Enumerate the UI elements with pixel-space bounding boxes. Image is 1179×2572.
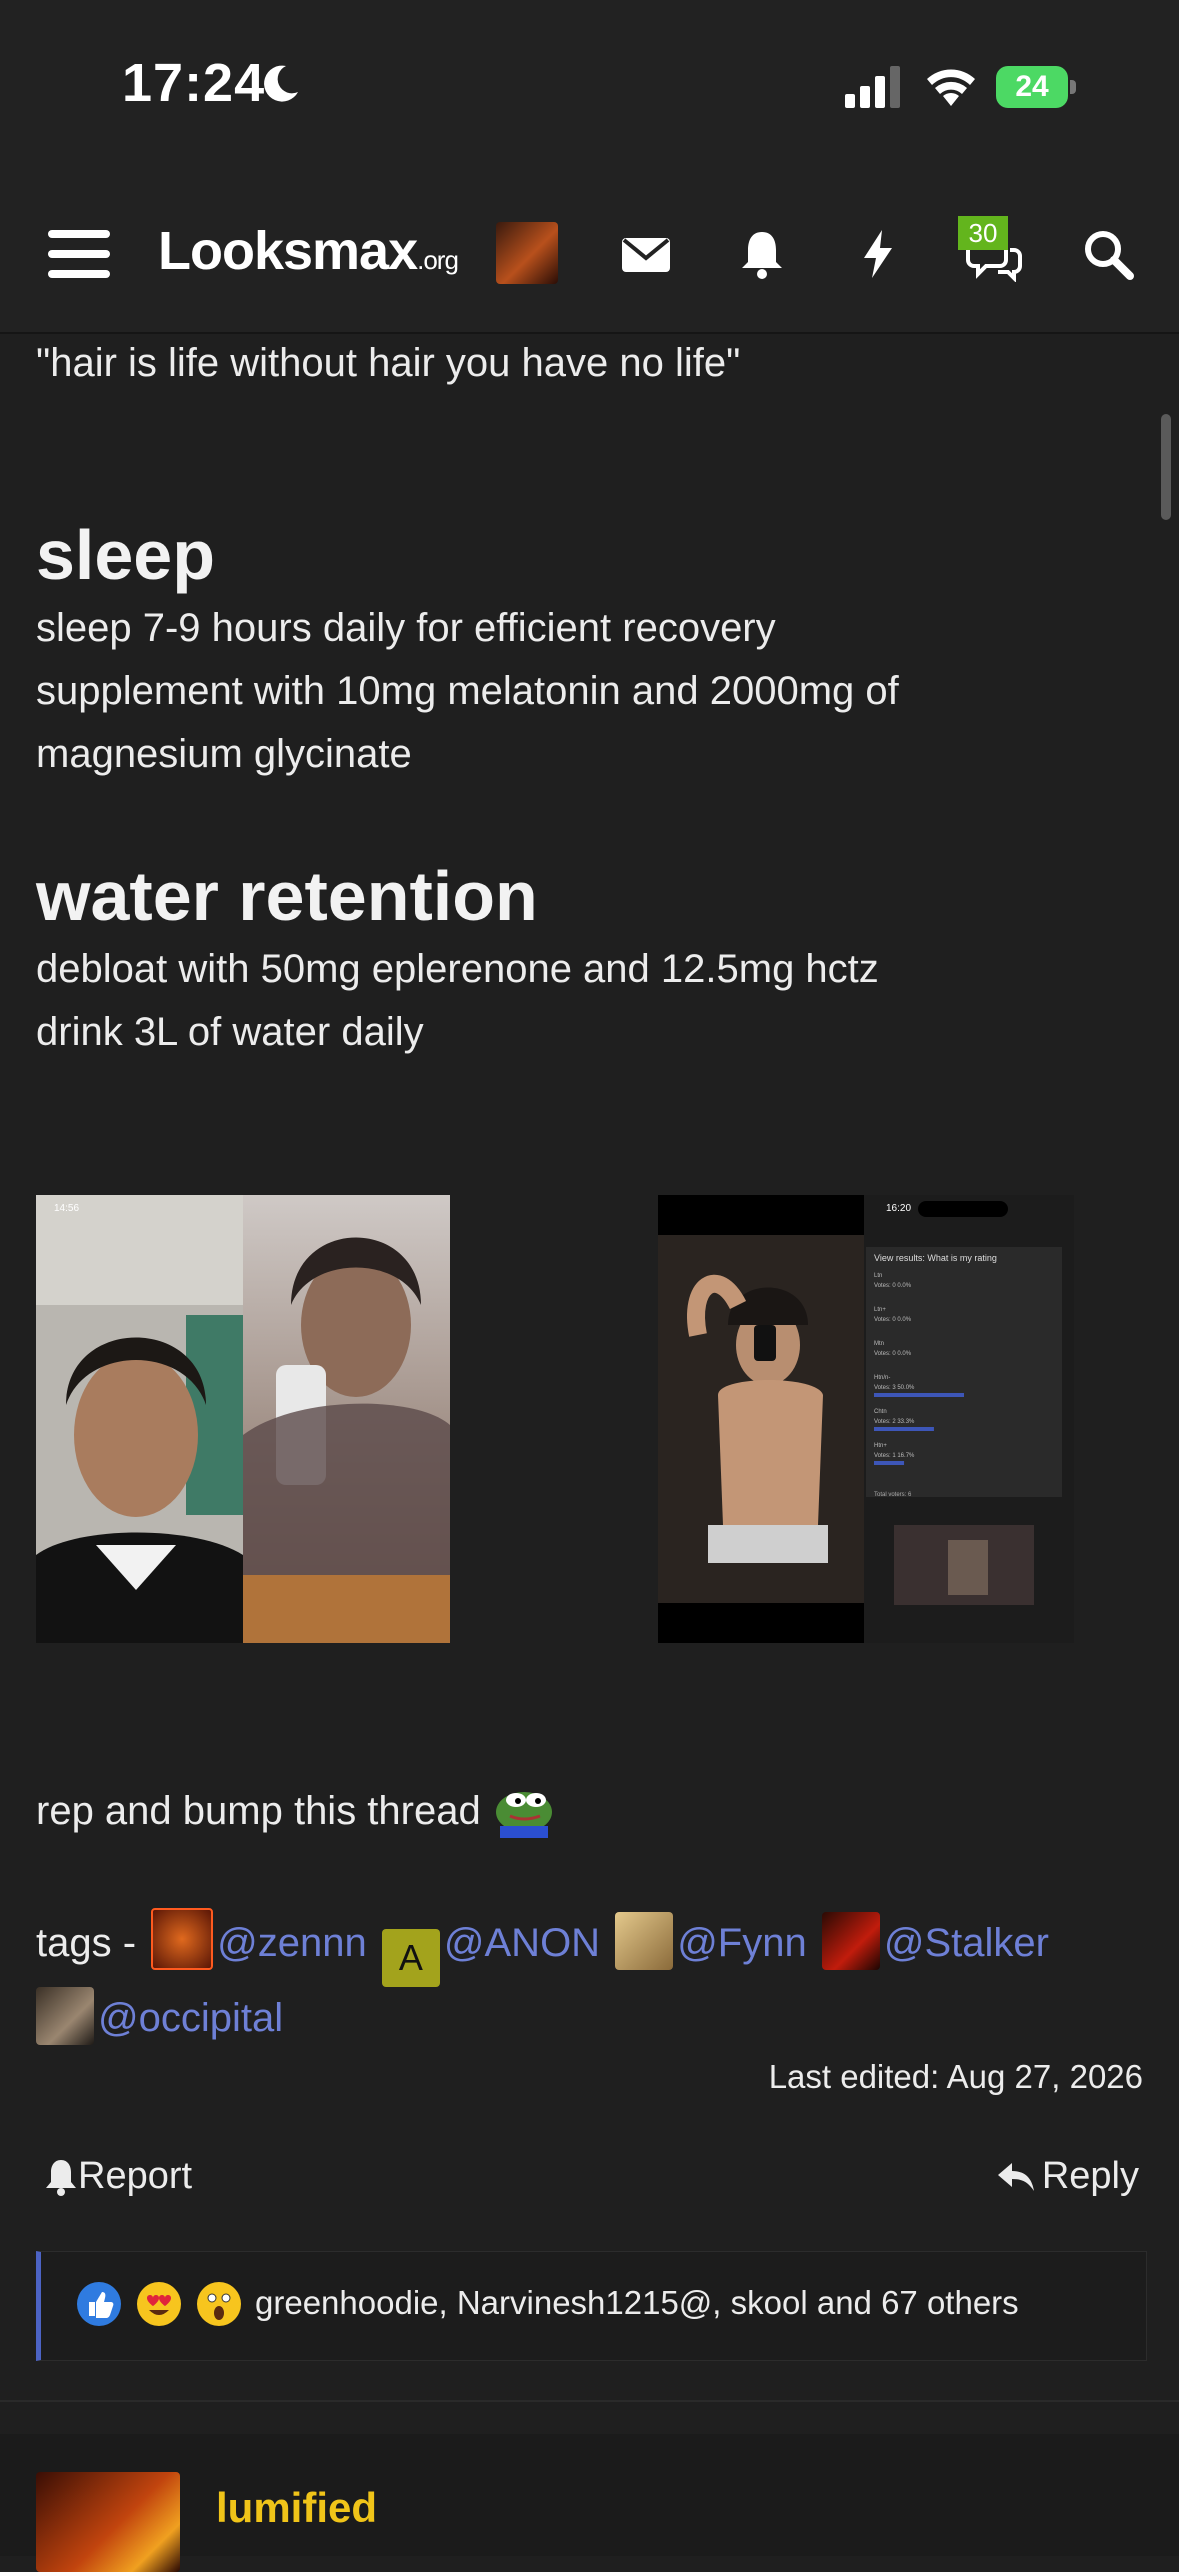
site-logo[interactable]: Looksmax.org (158, 220, 459, 282)
reactions-text: greenhoodie, Narvinesh1215@, skool and 6… (255, 2284, 1019, 2321)
avatar[interactable] (151, 1908, 214, 1970)
text-line: magnesium glycinate (36, 732, 412, 776)
poll-bar (874, 1427, 934, 1431)
tags-line: tags - @zennn A @ANON @Fynn @Stalker @occ… (36, 1908, 1146, 2050)
text-line: supplement with 10mg melatonin and 2000m… (36, 669, 899, 713)
username-link[interactable]: lumified (216, 2484, 377, 2532)
poll-option-label: Ltn+ (874, 1307, 886, 1313)
wifi-icon (927, 69, 975, 106)
mention-link[interactable]: @Fynn (677, 1921, 807, 1965)
text-line: debloat with 50mg eplerenone and 12.5mg … (36, 947, 879, 991)
scrollbar-thumb[interactable] (1161, 414, 1171, 520)
report-button[interactable]: Report (44, 2155, 192, 2198)
moon-icon (264, 65, 298, 102)
avatar[interactable] (615, 1912, 674, 1970)
clock: 17:24 (122, 53, 266, 113)
text-line: sleep 7-9 hours daily for efficient reco… (36, 606, 776, 650)
reply-button[interactable]: Reply (996, 2155, 1139, 2198)
pepe-emoji-icon (495, 1792, 552, 1838)
menu-icon[interactable] (48, 230, 110, 278)
poll-bar (874, 1393, 964, 1397)
mention-link[interactable]: @occipital (98, 1996, 283, 2040)
reply-label: Reply (1041, 2155, 1139, 2197)
battery-level: 24 (996, 66, 1068, 108)
like-reaction-icon (77, 2282, 121, 2326)
screenshot-time: 14:56 (54, 1203, 79, 1214)
poll-option-label: Ltn (874, 1273, 882, 1279)
quote-line: "hair is life without hair you have no l… (36, 341, 741, 385)
poll-option-votes: Votes: 3 50.0% (874, 1385, 915, 1391)
poll-option-votes: Votes: 0 0.0% (874, 1317, 912, 1323)
poll-option-votes: Votes: 0 0.0% (874, 1283, 912, 1289)
search-icon[interactable] (1080, 226, 1136, 282)
poll-option-votes: Votes: 1 16.7% (874, 1453, 915, 1459)
poll-option-label: Mtn (874, 1341, 884, 1347)
poll-total: Total voters: 6 (874, 1492, 912, 1498)
poll-option-label: Chtn (874, 1409, 887, 1415)
post-body: "hair is life without hair you have no l… (36, 332, 1143, 1064)
last-edited: Last edited: Aug 27, 2026 (768, 2058, 1143, 2095)
mention-link[interactable]: @ANON (444, 1921, 600, 1965)
next-post: lumified (0, 2434, 1179, 2572)
bell-icon[interactable] (734, 226, 790, 282)
tags-label: tags - (36, 1921, 137, 1965)
notification-badge: 30 (958, 216, 1008, 250)
screenshot-time: 16:20 (886, 1203, 911, 1214)
bump-line: rep and bump this thread (36, 1782, 556, 1838)
poll-bar (874, 1461, 905, 1465)
section-heading-water-retention: water retention (36, 857, 538, 935)
bump-text: rep and bump this thread (36, 1789, 481, 1833)
attachment-image-poll[interactable]: 16:20 View results: What is my rating Lt… (658, 1195, 1074, 1643)
text-line: drink 3L of water daily (36, 1010, 424, 1054)
wow-reaction-icon (197, 2282, 241, 2326)
battery-icon: 24 (996, 66, 1076, 108)
bell-icon (46, 2159, 76, 2196)
avatar[interactable] (36, 2472, 180, 2572)
bolt-icon[interactable] (850, 226, 906, 282)
poll-option-label: Htn+ (874, 1443, 887, 1449)
section-heading-sleep: sleep (36, 516, 215, 594)
mention-link[interactable]: @zennn (217, 1921, 367, 1965)
signal-icon (845, 66, 900, 108)
status-bar: 17:24 24 (0, 0, 1179, 170)
poll-option-votes: Votes: 2 33.3% (874, 1419, 915, 1425)
site-header: Looksmax.org 30 (0, 170, 1179, 334)
user-avatar[interactable] (496, 222, 558, 284)
poll-title: View results: What is my rating (874, 1253, 997, 1263)
report-label: Report (78, 2155, 193, 2197)
reply-icon (997, 2162, 1034, 2191)
reactions-bar[interactable]: greenhoodie, Narvinesh1215@, skool and 6… (36, 2251, 1147, 2361)
mention-link[interactable]: @Stalker (884, 1921, 1049, 1965)
avatar[interactable] (36, 1987, 94, 2045)
avatar[interactable] (821, 1912, 880, 1970)
poll-option-label: Htn/n- (874, 1375, 890, 1381)
post-divider (0, 2400, 1179, 2402)
heart-eyes-reaction-icon (137, 2282, 181, 2326)
envelope-icon[interactable] (618, 226, 674, 282)
attachment-image-selfies[interactable]: 14:56 (36, 1195, 450, 1643)
avatar[interactable]: A (381, 1929, 440, 1987)
poll-option-votes: Votes: 0 0.0% (874, 1351, 912, 1357)
